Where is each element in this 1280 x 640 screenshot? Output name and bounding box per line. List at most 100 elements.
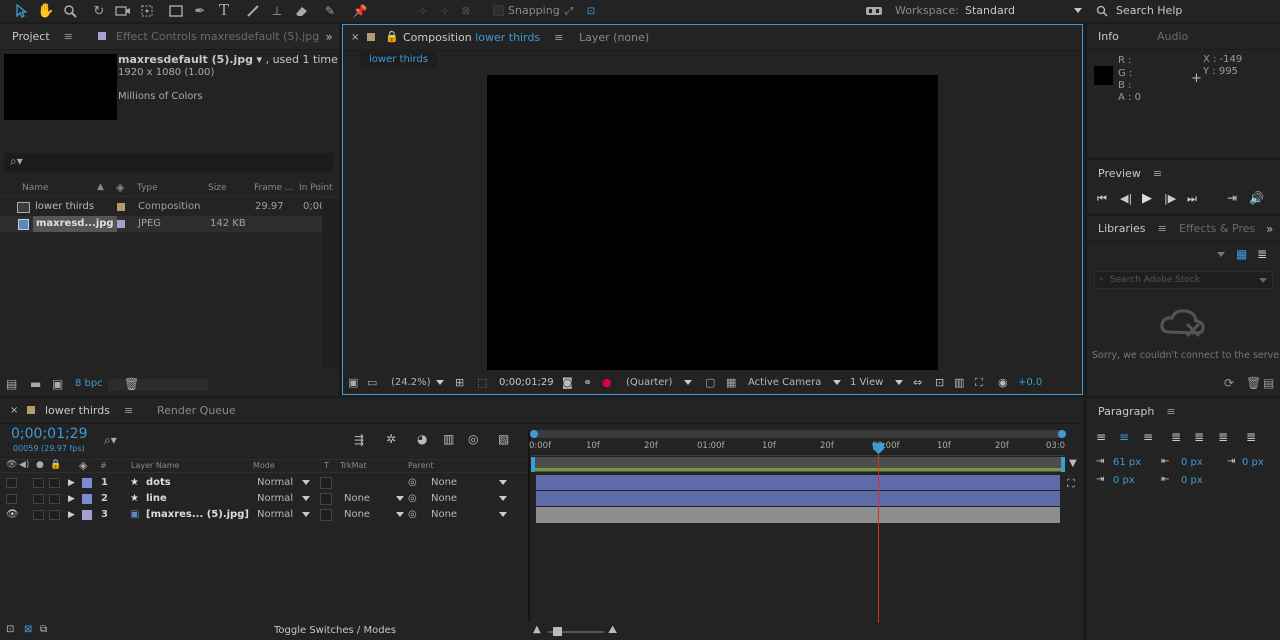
lock-switch[interactable] (49, 494, 60, 504)
layer-row-1[interactable]: ▶ 1 ★ dots Normal ◎ None (0, 475, 528, 491)
solo-switch[interactable] (33, 510, 44, 520)
space-before-value[interactable]: 0 px (1181, 457, 1203, 468)
project-item-row-selected[interactable]: maxresd...jpg JPEG 142 KB (0, 216, 322, 232)
indent-right-value[interactable]: 0 px (1242, 457, 1264, 468)
trash-icon[interactable]: 🗑 (1246, 376, 1261, 390)
panel-menu-icon[interactable]: ≡ (1158, 222, 1167, 235)
align-center-icon[interactable]: ≡ (1119, 430, 1129, 444)
project-search-input[interactable]: ⌕▾ (4, 153, 333, 172)
workspace-icon[interactable] (864, 3, 884, 19)
layer-row-3[interactable]: 👁 ▶ 3 ▣ [maxres... (5).jpg] Normal None … (0, 507, 528, 523)
lock-icon[interactable]: 🔒 (385, 30, 399, 43)
column-frame[interactable]: Frame ... (254, 183, 294, 193)
stock-search-input[interactable]: ⌕ Search Adobe Stock (1094, 271, 1273, 289)
video-switch[interactable] (6, 478, 17, 488)
play-icon[interactable]: ▶ (1142, 191, 1152, 206)
panel-menu-icon[interactable]: ≡ (124, 404, 133, 417)
reset-exposure-icon[interactable]: ◉ (998, 376, 1008, 389)
color-channels-icon[interactable]: ● (602, 376, 612, 389)
snap-features-icon[interactable]: ⊡ (583, 2, 599, 20)
flowchart-icon[interactable]: ⛶ (975, 376, 983, 390)
loop-icon[interactable]: ⇥ (1227, 191, 1237, 205)
zoom-tool-icon[interactable] (61, 2, 79, 20)
tab-info[interactable]: Info (1098, 24, 1119, 50)
eye-icon[interactable]: 👁 (6, 507, 19, 523)
time-ruler[interactable]: 0:00f 10f 20f 01:00f 10f 20f 02:00f 10f … (529, 438, 1065, 456)
timeline-icon[interactable]: ▥ (954, 376, 964, 389)
tab-project[interactable]: Project ≡ (12, 24, 73, 50)
first-frame-icon[interactable]: ⏮ (1097, 192, 1107, 206)
label-color-swatch[interactable] (82, 494, 92, 504)
axis-local-icon[interactable]: ⊹ (414, 2, 432, 20)
axis-world-icon[interactable]: ⊹ (436, 2, 454, 20)
eraser-tool-icon[interactable] (292, 2, 310, 20)
align-right-icon[interactable]: ≡ (1143, 430, 1153, 444)
search-help-field[interactable]: Search Help (1116, 4, 1182, 17)
layer-duration-bar[interactable] (536, 491, 1060, 507)
draft-3d-icon[interactable]: ◎ (468, 432, 478, 446)
sort-ascending-icon[interactable]: ▲ (97, 182, 104, 192)
library-selector-dropdown[interactable] (1095, 248, 1225, 262)
chevron-down-icon[interactable] (1259, 278, 1267, 283)
justify-last-left-icon[interactable]: ≣ (1171, 430, 1181, 444)
puppet-tool-icon[interactable]: 📌 (351, 2, 369, 20)
tab-timeline[interactable]: lower thirds ≡ (45, 398, 133, 424)
video-switch[interactable] (6, 494, 17, 504)
panel-menu-icon[interactable]: ≡ (64, 30, 73, 43)
zoom-slider-thumb[interactable] (553, 627, 562, 636)
expand-triangle-icon[interactable]: ▶ (68, 475, 75, 491)
navigator-end-handle[interactable] (1058, 430, 1066, 438)
safe-margins-icon[interactable]: ⊞ (455, 376, 464, 389)
column-layer-name[interactable]: Layer Name (131, 461, 179, 470)
close-icon[interactable]: × (10, 405, 18, 416)
mute-audio-icon[interactable]: 🔊 (1249, 191, 1264, 205)
layer-row-2[interactable]: ▶ 2 ★ line Normal None ◎ None (0, 491, 528, 507)
snapping-checkbox[interactable] (493, 5, 504, 16)
column-size[interactable]: Size (208, 183, 226, 193)
roto-brush-tool-icon[interactable]: ✎ (320, 2, 340, 20)
trkmat-dropdown[interactable]: None (344, 491, 405, 507)
camera-tool-icon[interactable] (113, 2, 133, 20)
time-navigator[interactable] (530, 430, 1066, 438)
search-icon[interactable]: ⌕▾ (104, 433, 117, 448)
motion-blur-icon[interactable]: ◕ (417, 432, 427, 446)
layer-switches-icon[interactable]: ⊡ (6, 624, 14, 635)
layer-duration-bar[interactable] (536, 507, 1060, 523)
justify-last-center-icon[interactable]: ≣ (1194, 430, 1204, 444)
composition-canvas[interactable] (487, 75, 938, 370)
project-item-row[interactable]: lower thirds Composition 29.97 0;00 ⛶ (0, 199, 339, 215)
label-color-swatch[interactable] (82, 510, 92, 520)
axis-view-icon[interactable]: ⊠ (457, 2, 475, 20)
show-snapshot-icon[interactable]: ⚭ (583, 376, 592, 389)
zoom-in-icon[interactable]: ⛰ (608, 623, 617, 637)
lock-switch[interactable] (49, 510, 60, 520)
expand-chevron-icon[interactable]: » (322, 29, 336, 45)
snap-edges-icon[interactable]: ⤢ (561, 2, 577, 20)
type-tool-icon[interactable]: T (215, 1, 233, 19)
hand-tool-icon[interactable]: ✋ (37, 2, 55, 20)
new-composition-icon[interactable]: ▣ (52, 377, 63, 391)
folder-icon[interactable]: ▤ (1263, 376, 1274, 390)
pick-whip-icon[interactable]: ◎ (408, 507, 417, 523)
blend-mode-dropdown[interactable]: Normal (257, 475, 311, 491)
work-area-bar[interactable] (531, 457, 1065, 472)
layer-name[interactable]: dots (146, 475, 171, 491)
brush-tool-icon[interactable] (244, 2, 262, 20)
expand-chevron-icon[interactable]: » (1266, 222, 1273, 236)
justify-last-right-icon[interactable]: ≣ (1218, 430, 1228, 444)
pick-whip-icon[interactable]: ◎ (408, 475, 417, 491)
project-scrollbar[interactable] (322, 199, 338, 369)
preserve-transparency-switch[interactable] (320, 493, 332, 505)
toggle-switches-modes-button[interactable]: Toggle Switches / Modes (274, 625, 396, 636)
transparency-grid-icon[interactable]: ▦ (726, 376, 736, 389)
expand-triangle-icon[interactable]: ▶ (68, 491, 75, 507)
resolution-dropdown[interactable]: (Quarter) (626, 377, 693, 388)
blend-mode-dropdown[interactable]: Normal (257, 491, 311, 507)
pan-behind-tool-icon[interactable] (138, 2, 156, 20)
blend-mode-dropdown[interactable]: Normal (257, 507, 311, 523)
solo-switch[interactable] (33, 478, 44, 488)
align-left-icon[interactable]: ≡ (1096, 430, 1106, 444)
column-in-point[interactable]: In Point (299, 183, 333, 193)
work-area-end-handle[interactable] (1061, 457, 1065, 472)
tab-render-queue[interactable]: Render Queue (157, 398, 236, 424)
